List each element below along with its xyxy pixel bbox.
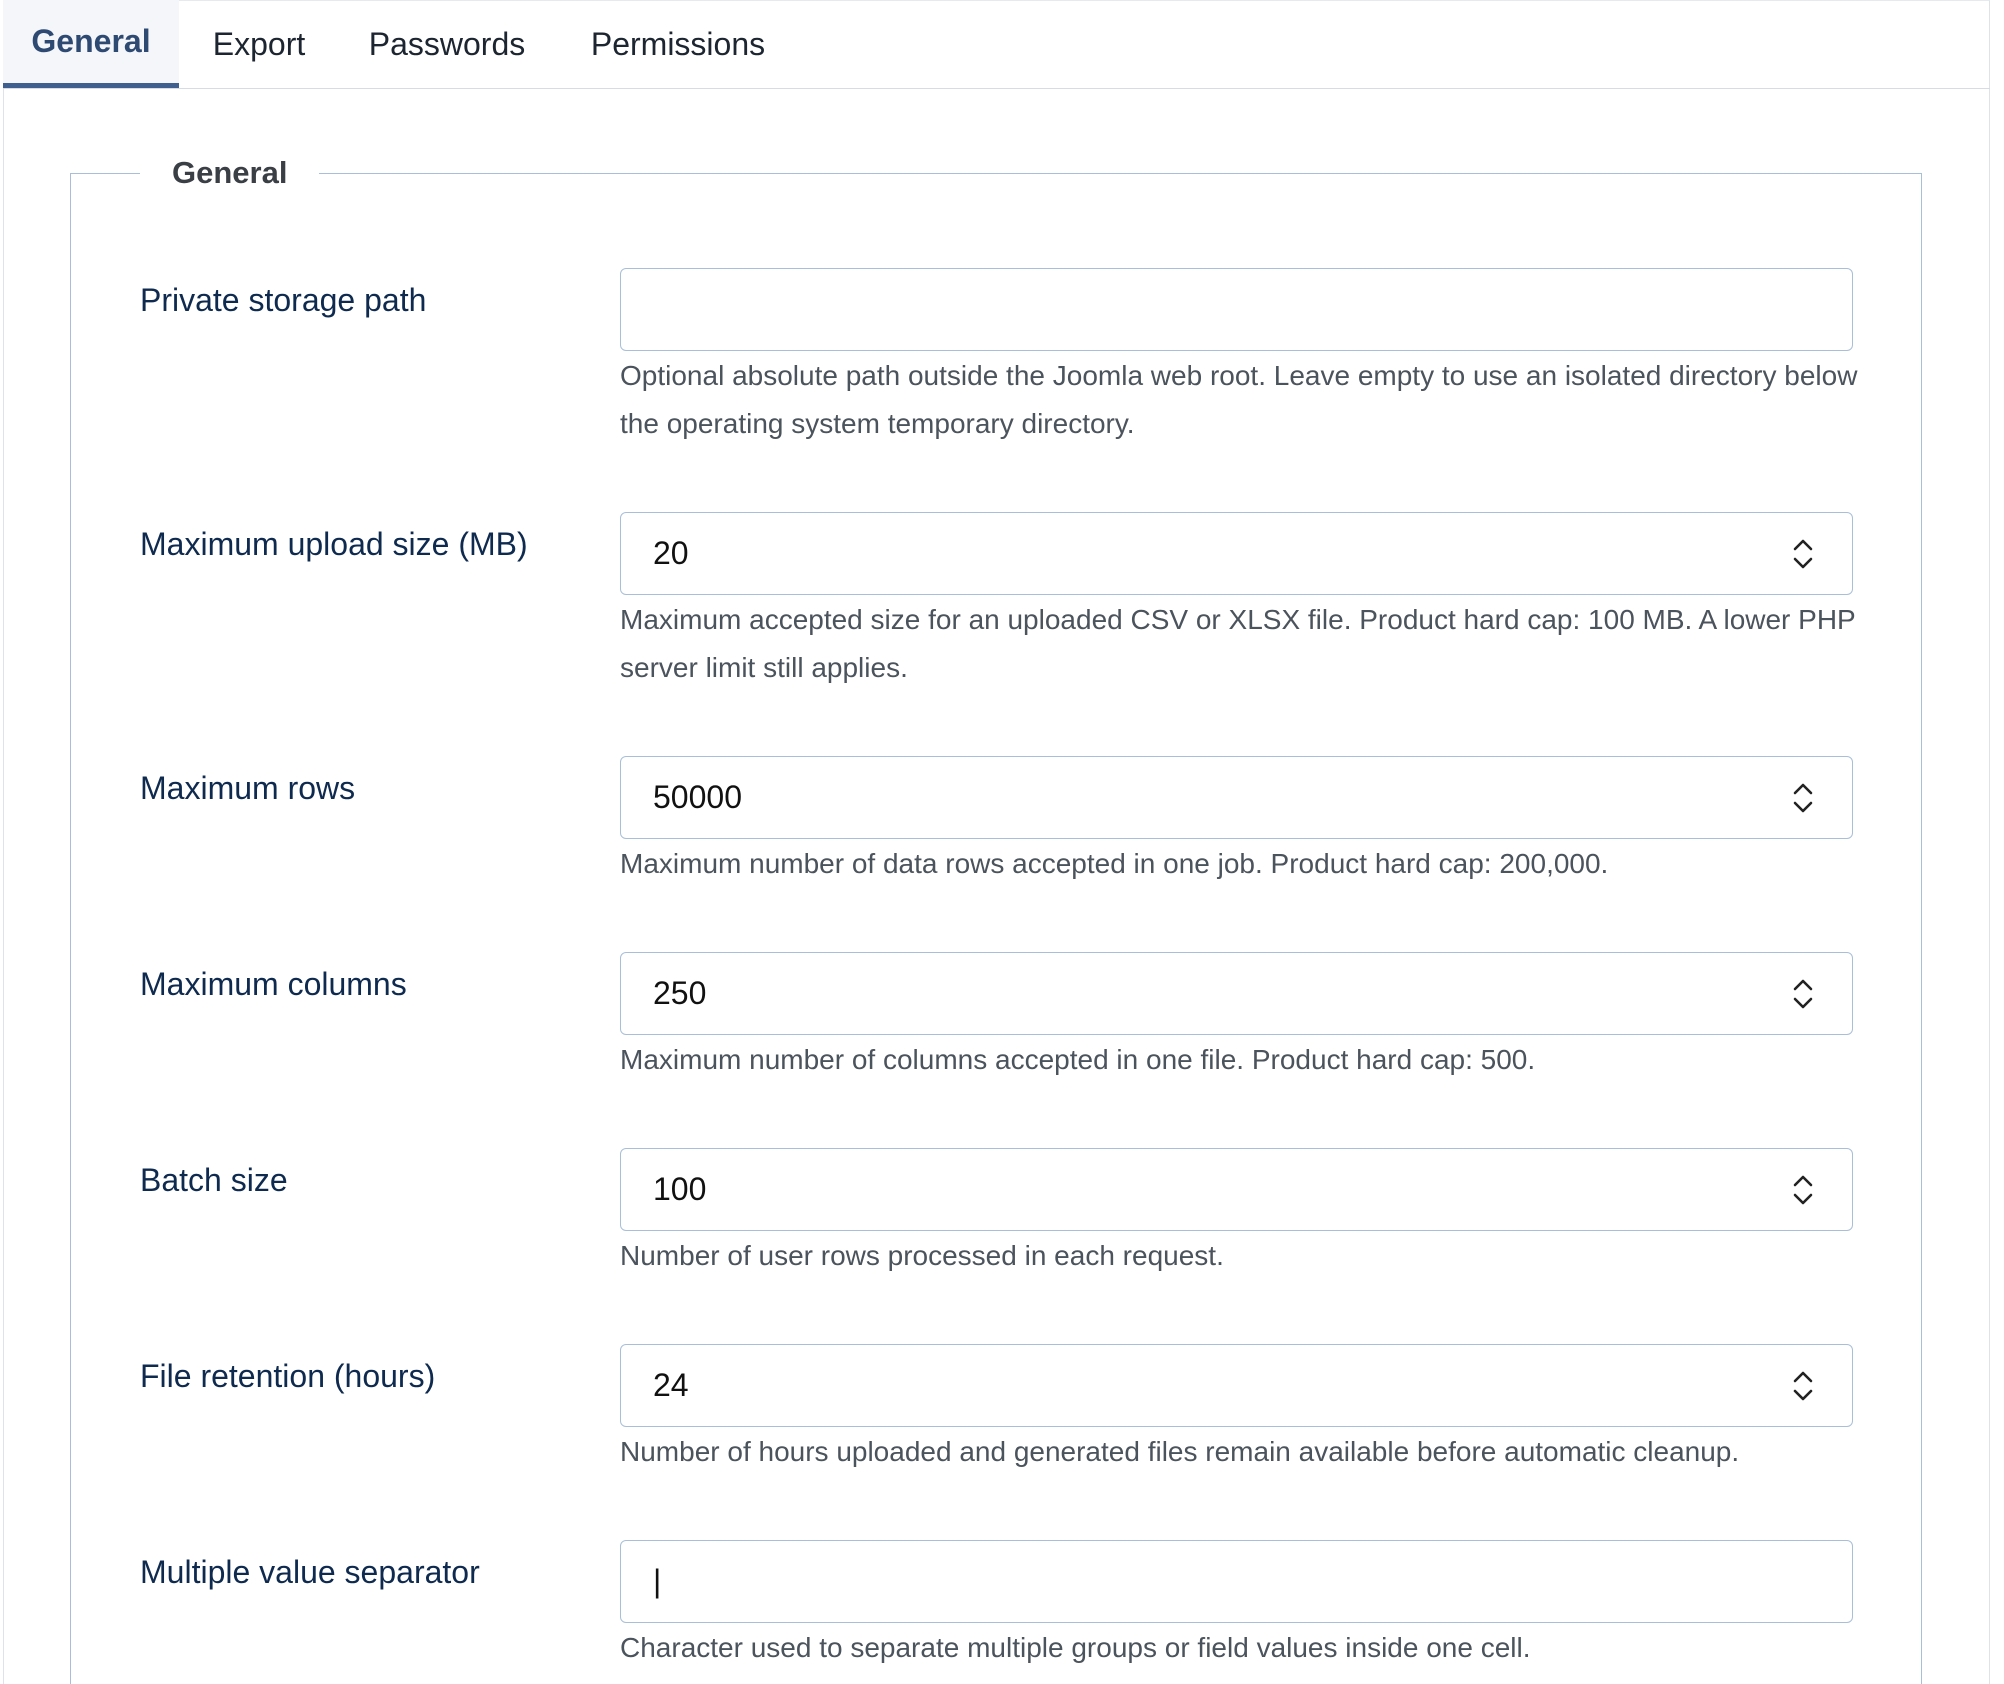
max-columns-label: Maximum columns	[140, 966, 407, 1002]
private-storage-path-input[interactable]	[620, 268, 1853, 351]
max-upload-size-label: Maximum upload size (MB)	[140, 526, 528, 562]
chevron-up-down-icon[interactable]	[1790, 974, 1816, 1014]
tab-passwords-label: Passwords	[368, 25, 526, 62]
max-upload-size-input[interactable]: 20	[620, 512, 1853, 595]
max-rows-label: Maximum rows	[140, 770, 356, 806]
tab-bar: General Export Passwords Permissions	[3, 0, 1990, 89]
private-storage-path-help: Optional absolute path outside the Jooml…	[620, 360, 1858, 439]
batch-size-value: 100	[653, 1171, 707, 1207]
private-storage-path-label: Private storage path	[140, 282, 427, 318]
tab-export-label: Export	[212, 25, 306, 62]
tab-permissions[interactable]: Permissions	[563, 0, 793, 88]
chevron-up-down-icon[interactable]	[1790, 1170, 1816, 1210]
max-rows-value: 50000	[653, 779, 742, 815]
max-upload-size-help: Maximum accepted size for an uploaded CS…	[620, 604, 1856, 683]
max-upload-size-value: 20	[653, 535, 689, 571]
file-retention-value: 24	[653, 1367, 689, 1403]
file-retention-label: File retention (hours)	[140, 1358, 436, 1394]
tab-general-label: General	[31, 23, 151, 59]
file-retention-help: Number of hours uploaded and generated f…	[620, 1436, 1740, 1467]
chevron-up-down-icon[interactable]	[1790, 778, 1816, 818]
tab-general[interactable]: General	[3, 0, 179, 88]
max-rows-help: Maximum number of data rows accepted in …	[620, 848, 1609, 879]
multi-value-separator-value: |	[653, 1563, 662, 1599]
multi-value-separator-input[interactable]: |	[620, 1540, 1853, 1623]
batch-size-help: Number of user rows processed in each re…	[620, 1240, 1224, 1271]
file-retention-input[interactable]: 24	[620, 1344, 1853, 1427]
multi-value-separator-label: Multiple value separator	[140, 1554, 480, 1590]
max-columns-input[interactable]: 250	[620, 952, 1853, 1035]
chevron-up-down-icon[interactable]	[1790, 534, 1816, 574]
max-rows-input[interactable]: 50000	[620, 756, 1853, 839]
max-columns-help: Maximum number of columns accepted in on…	[620, 1044, 1536, 1075]
batch-size-input[interactable]: 100	[620, 1148, 1853, 1231]
max-columns-value: 250	[653, 975, 707, 1011]
batch-size-label: Batch size	[140, 1162, 288, 1198]
fieldset-legend: General	[140, 148, 320, 198]
chevron-up-down-icon[interactable]	[1790, 1366, 1816, 1406]
multi-value-separator-help: Character used to separate multiple grou…	[620, 1632, 1531, 1663]
tab-passwords[interactable]: Passwords	[347, 0, 547, 88]
tab-export[interactable]: Export	[183, 0, 335, 88]
settings-page: General Export Passwords Permissions Gen…	[0, 0, 2004, 1684]
tab-permissions-label: Permissions	[590, 25, 766, 62]
